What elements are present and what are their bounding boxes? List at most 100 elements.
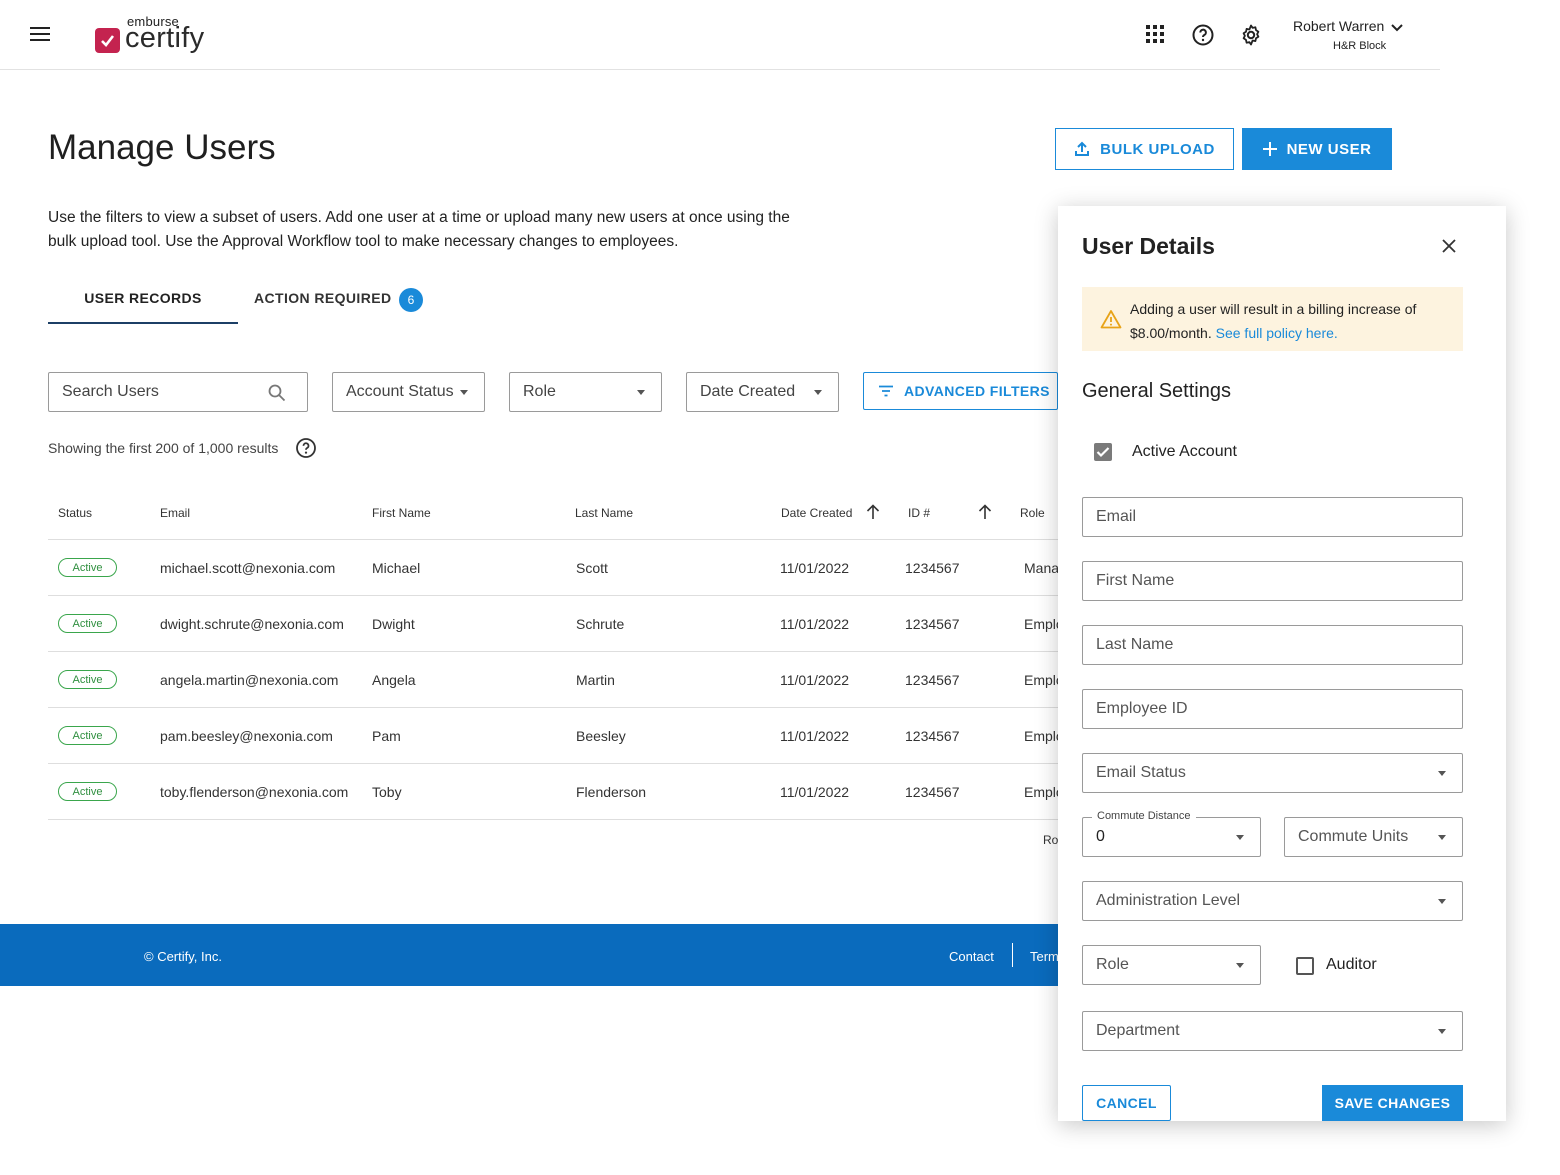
new-user-button[interactable]: NEW USER (1242, 128, 1392, 170)
close-icon[interactable] (1442, 239, 1456, 258)
cancel-button[interactable]: CANCEL (1082, 1085, 1171, 1121)
general-settings-heading: General Settings (1082, 380, 1231, 402)
warning-icon (1100, 309, 1122, 334)
table-cell-email[interactable]: toby.flenderson@nexonia.com (160, 784, 348, 800)
administration-level-label: Administration Level (1096, 892, 1241, 909)
search-placeholder: Search Users (62, 383, 159, 400)
chevron-down-icon[interactable] (1390, 20, 1404, 38)
page-title: Manage Users (48, 128, 276, 167)
date-created-label: Date Created (700, 383, 796, 400)
table-divider (48, 819, 1058, 820)
save-changes-button[interactable]: SAVE CHANGES (1322, 1085, 1463, 1121)
column-header-email[interactable]: Email (160, 506, 190, 520)
page-description: Use the filters to view a subset of user… (48, 209, 790, 250)
rows-per-page-label: Ro (1043, 833, 1059, 847)
table-cell-id: 1234567 (905, 728, 960, 744)
caret-down-icon (814, 390, 822, 395)
upload-icon (1074, 141, 1090, 157)
sort-arrow-up-icon[interactable] (866, 504, 880, 525)
caret-down-icon (1438, 899, 1446, 904)
table-cell-id: 1234567 (905, 616, 960, 632)
results-help-icon[interactable] (295, 437, 317, 464)
table-divider (48, 707, 1058, 708)
department-label: Department (1096, 1022, 1180, 1039)
table-cell-email[interactable]: michael.scott@nexonia.com (160, 560, 335, 576)
column-header-id[interactable]: ID # (908, 506, 930, 520)
tab-user-records[interactable]: USER RECORDS (48, 290, 238, 324)
commute-units-label: Commute Units (1298, 828, 1409, 845)
table-cell-id: 1234567 (905, 672, 960, 688)
email-field[interactable]: Email (1082, 497, 1463, 537)
caret-down-icon (460, 390, 468, 395)
table-cell-role: Mana (1024, 560, 1060, 576)
account-status-label: Account Status (346, 383, 454, 400)
table-cell-last-name: Martin (576, 672, 615, 688)
search-icon[interactable] (267, 383, 287, 408)
table-cell-email[interactable]: pam.beesley@nexonia.com (160, 728, 333, 744)
commute-distance-value: 0 (1096, 828, 1105, 845)
administration-level-select[interactable]: Administration Level (1082, 881, 1463, 921)
auditor-checkbox[interactable] (1296, 957, 1314, 975)
date-created-dropdown[interactable]: Date Created (686, 372, 839, 412)
terms-link[interactable]: Term (1030, 949, 1059, 964)
contact-link[interactable]: Contact (949, 949, 994, 964)
billing-alert-text: Adding a user will result in a billing i… (1130, 297, 1450, 345)
column-header-date-created[interactable]: Date Created (781, 506, 852, 520)
caret-down-icon (1438, 1029, 1446, 1034)
table-cell-date: 11/01/2022 (780, 672, 850, 688)
email-status-select[interactable]: Email Status (1082, 753, 1463, 793)
advanced-filters-label: ADVANCED FILTERS (904, 383, 1050, 399)
table-cell-email[interactable]: dwight.schrute@nexonia.com (160, 616, 344, 632)
status-badge: Active (58, 670, 117, 689)
last-name-placeholder: Last Name (1096, 636, 1174, 653)
copyright-text: © Certify, Inc. (144, 949, 222, 964)
tab-action-required[interactable]: ACTION REQUIRED (254, 290, 391, 306)
account-status-dropdown[interactable]: Account Status (332, 372, 485, 412)
role-select[interactable]: Role (1082, 945, 1261, 985)
settings-gear-icon[interactable] (1239, 23, 1263, 47)
column-header-status: Status (58, 506, 93, 520)
billing-alert: Adding a user will result in a billing i… (1082, 287, 1463, 351)
table-cell-first-name: Toby (372, 784, 402, 800)
active-account-checkbox[interactable] (1094, 443, 1112, 461)
policy-link[interactable]: See full policy here. (1216, 325, 1338, 341)
table-cell-last-name: Flenderson (576, 784, 647, 800)
column-header-last-name[interactable]: Last Name (575, 506, 633, 520)
page-footer: © Certify, Inc. Contact Term (0, 924, 1059, 986)
plus-icon (1262, 142, 1277, 156)
table-cell-first-name: Pam (372, 728, 401, 744)
advanced-filters-button[interactable]: ADVANCED FILTERS (863, 372, 1058, 410)
employee-id-field[interactable]: Employee ID (1082, 689, 1463, 729)
menu-icon[interactable] (30, 27, 50, 43)
top-header: emburse certify Robert Warren H&R Block (0, 0, 1440, 70)
status-badge: Active (58, 558, 117, 577)
help-icon[interactable] (1191, 23, 1215, 47)
table-divider (48, 651, 1058, 652)
new-user-label: NEW USER (1286, 140, 1372, 158)
sort-arrow-up-icon[interactable] (978, 504, 992, 525)
filter-icon (879, 385, 893, 397)
search-users-input[interactable]: Search Users (48, 372, 308, 412)
commute-units-select[interactable]: Commute Units (1284, 817, 1463, 857)
results-count: Showing the first 200 of 1,000 results (48, 440, 279, 456)
table-cell-id: 1234567 (905, 560, 960, 576)
department-select[interactable]: Department (1082, 1011, 1463, 1051)
commute-distance-select[interactable]: 0 (1082, 817, 1261, 857)
apps-grid-icon[interactable] (1144, 23, 1168, 47)
user-organization: H&R Block (1333, 40, 1387, 52)
table-cell-first-name: Angela (372, 672, 416, 688)
column-header-first-name[interactable]: First Name (372, 506, 431, 520)
last-name-field[interactable]: Last Name (1082, 625, 1463, 665)
first-name-field[interactable]: First Name (1082, 561, 1463, 601)
role-filter-dropdown[interactable]: Role (509, 372, 662, 412)
table-cell-email[interactable]: angela.martin@nexonia.com (160, 672, 338, 688)
bulk-upload-button[interactable]: BULK UPLOAD (1055, 128, 1234, 170)
table-cell-last-name: Schrute (576, 616, 625, 632)
logo-check-icon (95, 28, 120, 53)
column-header-role[interactable]: Role (1020, 506, 1045, 520)
user-name[interactable]: Robert Warren (1293, 18, 1384, 34)
caret-down-icon (1236, 963, 1244, 968)
table-cell-id: 1234567 (905, 784, 960, 800)
caret-down-icon (637, 390, 645, 395)
active-account-label: Active Account (1132, 443, 1237, 460)
